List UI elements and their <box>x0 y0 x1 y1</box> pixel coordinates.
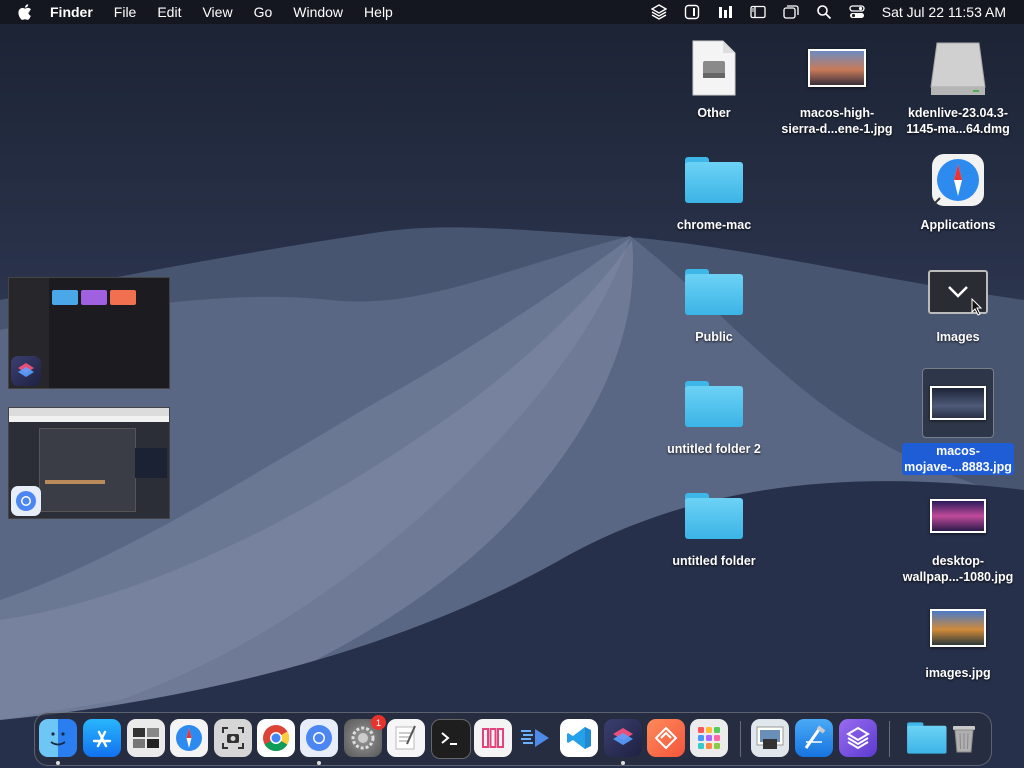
safari-alias-icon <box>925 148 991 212</box>
shortcuts-icon[interactable] <box>604 719 642 757</box>
stack-icon[interactable] <box>650 4 667 20</box>
folder-icon <box>681 484 747 548</box>
desktop-item-label: Public <box>695 330 733 344</box>
apple-menu-icon[interactable] <box>18 4 36 20</box>
menubar-clock[interactable]: Sat Jul 22 11:53 AM <box>882 4 1006 20</box>
xcode-icon[interactable] <box>795 719 833 757</box>
notification-badge: 1 <box>371 715 386 730</box>
stackpath-icon[interactable] <box>647 719 685 757</box>
folder-icon <box>681 148 747 212</box>
downloads-folder-icon[interactable] <box>901 719 947 757</box>
trash-icon[interactable] <box>945 719 983 757</box>
desktop-item-images-jpg[interactable]: images.jpg <box>896 596 1020 681</box>
safari-icon[interactable] <box>170 719 208 757</box>
desktop-item-untitled-folder[interactable]: untitled folder <box>652 484 776 569</box>
desktop-item-untitled-folder-2[interactable]: untitled folder 2 <box>652 372 776 457</box>
disk-image-icon <box>925 36 991 100</box>
folder-icon <box>681 372 747 436</box>
windows-icon[interactable] <box>783 4 799 20</box>
menu-file[interactable]: File <box>114 4 137 20</box>
desktop-item-label: macos-high- sierra-d...ene-1.jpg <box>781 106 893 136</box>
shortcuts-app-badge-icon <box>11 356 41 386</box>
document-icon <box>681 36 747 100</box>
launchpad-icon[interactable] <box>690 719 728 757</box>
running-indicator <box>56 761 60 765</box>
desktop-item-label: images.jpg <box>925 666 991 680</box>
textedit-icon[interactable] <box>387 719 425 757</box>
chrome-icon[interactable] <box>257 719 295 757</box>
image-thumbnail-icon <box>925 596 991 660</box>
app-store-icon[interactable] <box>83 719 121 757</box>
search-icon[interactable] <box>816 4 832 20</box>
menu-view[interactable]: View <box>202 4 232 20</box>
finder-icon[interactable] <box>39 719 77 757</box>
stack-folder-icon <box>925 260 991 324</box>
desktop-item-macos-mojave[interactable]: macos- mojave-...8883.jpg <box>896 368 1020 475</box>
image-thumbnail-icon <box>925 484 991 548</box>
running-indicator <box>621 761 625 765</box>
preview-icon[interactable] <box>127 719 165 757</box>
chromium-app-badge-icon <box>11 486 41 516</box>
menu-bar: Finder File Edit View Go Window Help Sat… <box>0 0 1024 24</box>
menu-edit[interactable]: Edit <box>157 4 181 20</box>
desktop-item-kdenlive-dmg[interactable]: kdenlive-23.04.3- 1145-ma...64.dmg <box>896 36 1020 137</box>
desktop-item-applications[interactable]: Applications <box>896 148 1020 233</box>
kdenlive-icon[interactable] <box>517 719 555 757</box>
vscode-icon[interactable] <box>560 719 598 757</box>
desktop-item-label: untitled folder <box>672 554 756 568</box>
columns-app-icon[interactable] <box>474 719 512 757</box>
box-icon[interactable] <box>684 4 700 20</box>
preview-photos-icon[interactable] <box>751 719 789 757</box>
desktop-item-label: Images <box>936 330 980 344</box>
terminal-icon[interactable] <box>431 719 471 759</box>
chrome-window-preview[interactable] <box>8 407 170 519</box>
sidebar-icon[interactable] <box>750 4 766 20</box>
desktop-item-desktop-wallpaper[interactable]: desktop- wallpap...-1080.jpg <box>896 484 1020 585</box>
mouse-pointer-icon <box>971 298 983 316</box>
desktop-item-other[interactable]: Other <box>652 36 776 121</box>
menu-app-finder[interactable]: Finder <box>50 4 93 20</box>
desktop-item-macos-high-sierra[interactable]: macos-high- sierra-d...ene-1.jpg <box>775 36 899 137</box>
desktop-item-label: desktop- wallpap...-1080.jpg <box>902 554 1014 584</box>
desktop-item-label: chrome-mac <box>676 218 752 232</box>
dock-separator <box>740 721 741 757</box>
menu-go[interactable]: Go <box>254 4 273 20</box>
desktop-item-public[interactable]: Public <box>652 260 776 345</box>
chromium-icon[interactable] <box>300 719 338 757</box>
desktop-item-label: macos- mojave-...8883.jpg <box>902 443 1014 475</box>
desktop-item-label: Other <box>697 106 731 120</box>
control-center-icon[interactable] <box>849 4 865 20</box>
chevron-down-icon <box>948 286 968 298</box>
menu-window[interactable]: Window <box>293 4 343 20</box>
bars-icon[interactable] <box>717 4 733 20</box>
image-thumbnail-icon <box>804 36 870 100</box>
desktop-item-label: untitled folder 2 <box>667 442 761 456</box>
desktop-item-images[interactable]: Images <box>896 260 1020 345</box>
layers-app-icon[interactable] <box>839 719 877 757</box>
menu-help[interactable]: Help <box>364 4 393 20</box>
system-settings-icon[interactable]: 1 <box>344 715 386 757</box>
dock-separator <box>889 721 890 757</box>
desktop-item-label: kdenlive-23.04.3- 1145-ma...64.dmg <box>906 106 1010 136</box>
screenshot-icon[interactable] <box>214 719 252 757</box>
folder-icon <box>681 260 747 324</box>
shortcuts-window-preview[interactable] <box>8 277 170 389</box>
desktop-item-label: Applications <box>920 218 996 232</box>
image-thumbnail-icon <box>922 368 994 438</box>
desktop-item-chrome-mac[interactable]: chrome-mac <box>652 148 776 233</box>
dock: 1 <box>34 712 992 766</box>
running-indicator <box>317 761 321 765</box>
